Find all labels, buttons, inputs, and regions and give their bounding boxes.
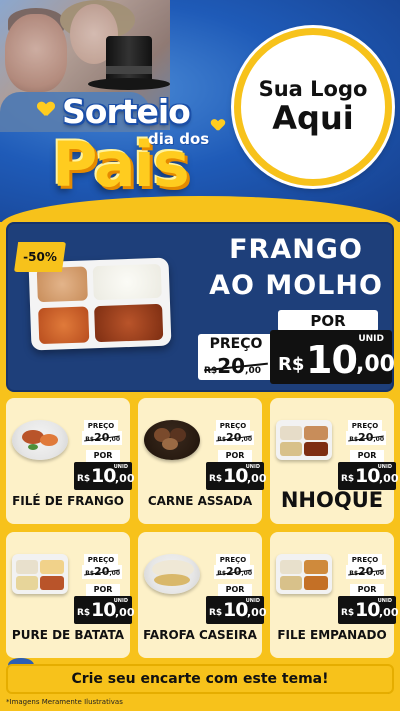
- old-price: R$20,00: [346, 431, 386, 445]
- por-label: POR: [278, 310, 378, 332]
- price-integer: 10: [223, 465, 248, 487]
- old-price: R$20,00: [82, 565, 122, 579]
- por-label: POR: [86, 450, 120, 462]
- featured-offer[interactable]: -50% FRANGO AO MOLHO POR PREÇO R$20,00 U…: [6, 222, 395, 392]
- unit-label: UNID: [377, 598, 392, 604]
- logo-text-line2: Aqui: [272, 99, 354, 138]
- new-price: UNID R$ 10 ,00: [270, 330, 395, 384]
- create-flyer-button[interactable]: Crie seu encarte com este tema!: [6, 664, 394, 694]
- price-integer: 10: [223, 599, 248, 621]
- product-name: NHOQUE: [280, 488, 384, 512]
- product-card[interactable]: PREÇOR$20,00PORUNIDR$10,00FILE EMPANADO: [270, 532, 399, 658]
- brand-line-dia-dos: dia dos: [148, 130, 210, 148]
- currency: R$: [341, 474, 355, 484]
- product-card[interactable]: PREÇOR$20,00PORUNIDR$10,00CARNE ASSADA: [138, 398, 267, 524]
- featured-title: FRANGO AO MOLHO: [204, 232, 388, 304]
- unit-label: UNID: [245, 598, 260, 604]
- product-card[interactable]: PREÇOR$20,00PORUNIDR$10,00FILÉ DE FRANGO: [6, 398, 135, 524]
- featured-title-line1: FRANGO: [229, 234, 363, 265]
- old-price: R$20,00: [346, 565, 386, 579]
- product-card[interactable]: PREÇOR$20,00PORUNIDR$10,00NHOQUE: [270, 398, 399, 524]
- product-card[interactable]: PREÇOR$20,00PORUNIDR$10,00PURE DE BATATA: [6, 532, 135, 658]
- currency: R$: [77, 474, 91, 484]
- dish-image: [12, 420, 68, 460]
- new-price: UNID R$ 10,00: [74, 462, 135, 490]
- unit-label: UNID: [358, 334, 384, 344]
- new-price: UNID R$ 10,00: [206, 462, 267, 490]
- price-integer: 10: [91, 599, 116, 621]
- product-name: FAROFA CASEIRA: [143, 628, 257, 642]
- por-label: POR: [350, 450, 384, 462]
- old-price: R$20,00: [204, 354, 268, 378]
- header-banner: Sorteio Pais dia dos Sua Logo Aqui: [0, 0, 400, 222]
- dish-image: [144, 420, 200, 460]
- unit-label: UNID: [113, 464, 128, 470]
- preco-label: PREÇO: [209, 336, 263, 352]
- old-price: R$20,00: [214, 565, 254, 579]
- unit-label: UNID: [377, 464, 392, 470]
- price-decimal: ,00: [379, 472, 399, 485]
- currency: R$: [278, 354, 305, 375]
- heart-icon: [212, 119, 225, 130]
- logo-text-line1: Sua Logo: [258, 77, 368, 102]
- dish-image: [276, 420, 332, 460]
- price-integer: 10: [306, 338, 358, 382]
- logo-placeholder[interactable]: Sua Logo Aqui: [234, 28, 392, 186]
- dish-image: [144, 554, 200, 594]
- price-decimal: ,00: [247, 472, 267, 485]
- dish-image: [276, 554, 332, 594]
- brand-line-sorteio: Sorteio: [62, 92, 191, 131]
- old-price-box: PREÇO R$20,00: [198, 334, 274, 380]
- unit-label: UNID: [113, 598, 128, 604]
- new-price: UNID R$ 10,00: [206, 596, 267, 624]
- price-decimal: ,00: [247, 606, 267, 619]
- price-decimal: ,00: [379, 606, 399, 619]
- product-name: FILE EMPANADO: [277, 628, 387, 642]
- price-decimal: ,00: [115, 606, 135, 619]
- top-hat-icon: [88, 36, 170, 96]
- currency: R$: [341, 608, 355, 618]
- new-price: UNID R$ 10,00: [338, 596, 399, 624]
- price-decimal: ,00: [356, 352, 395, 377]
- por-label: POR: [218, 450, 252, 462]
- product-name: PURE DE BATATA: [11, 628, 125, 642]
- currency: R$: [77, 608, 91, 618]
- dish-image: [12, 554, 68, 594]
- price-integer: 10: [91, 465, 116, 487]
- featured-title-line2: AO MOLHO: [209, 270, 383, 301]
- por-label: POR: [218, 584, 252, 596]
- heart-icon: [38, 102, 54, 116]
- discount-badge: -50%: [14, 242, 66, 272]
- new-price: UNID R$ 10,00: [74, 596, 135, 624]
- old-price: R$20,00: [82, 431, 122, 445]
- product-name: CARNE ASSADA: [147, 494, 253, 508]
- unit-label: UNID: [245, 464, 260, 470]
- product-name: FILÉ DE FRANGO: [12, 494, 124, 508]
- price-decimal: ,00: [115, 472, 135, 485]
- old-price: R$20,00: [214, 431, 254, 445]
- currency: R$: [209, 474, 223, 484]
- por-label: POR: [350, 584, 384, 596]
- price-integer: 10: [355, 465, 380, 487]
- disclaimer-text: *Imagens Meramente Ilustrativas: [6, 698, 123, 706]
- currency: R$: [209, 608, 223, 618]
- price-integer: 10: [355, 599, 380, 621]
- product-card[interactable]: PREÇOR$20,00PORUNIDR$10,00FAROFA CASEIRA: [138, 532, 267, 658]
- por-label: POR: [86, 584, 120, 596]
- new-price: UNID R$ 10,00: [338, 462, 399, 490]
